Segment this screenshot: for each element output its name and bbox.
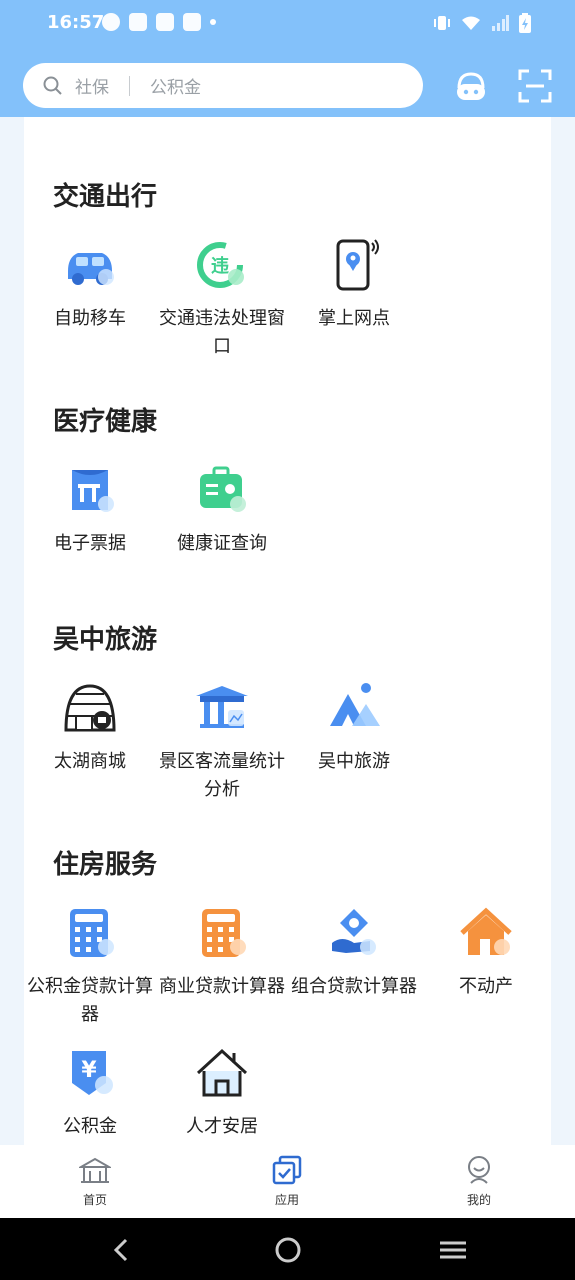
search-bar[interactable]: 社保 公积金 xyxy=(23,63,423,108)
service-label: 掌上网点 xyxy=(318,308,390,329)
nav-apps[interactable]: 应用 xyxy=(257,1155,317,1208)
traffic-violation-icon: 违 xyxy=(197,242,244,288)
header-bar: 16:57 社保 公积金 xyxy=(0,0,575,117)
receipt-icon xyxy=(72,470,114,512)
signal-icon xyxy=(492,15,509,31)
search-divider xyxy=(129,75,130,96)
mountain-icon xyxy=(330,683,380,726)
recents-icon[interactable] xyxy=(437,1234,469,1266)
services-card: 交通出行 自助移车 违 交通违法处理窗口 掌上网点 医疗健康 电子票据 健康证查… xyxy=(24,117,551,1145)
wifi-icon xyxy=(462,16,480,30)
chat-bot-icon xyxy=(457,72,485,100)
nav-mine-label: 我的 xyxy=(466,1193,491,1207)
scan-button[interactable] xyxy=(515,66,555,106)
section-title-transport: 交通出行 xyxy=(53,182,158,212)
status-bar: 16:57 xyxy=(0,0,575,48)
service-housing-fund[interactable]: ¥ 公积金 xyxy=(24,1045,156,1141)
section-title-healthcare: 医疗健康 xyxy=(53,407,158,437)
shop-igloo-icon xyxy=(64,684,116,732)
service-label: 公积金贷款计算器 xyxy=(27,976,153,1025)
search-icon xyxy=(43,76,62,95)
house-orange-icon xyxy=(460,907,512,955)
check-notification-icon xyxy=(102,13,120,31)
notification-icons xyxy=(102,13,216,31)
nav-home-label: 首页 xyxy=(82,1193,107,1207)
service-health-cert[interactable]: 健康证查询 xyxy=(156,462,288,558)
service-label: 太湖商城 xyxy=(54,751,126,772)
service-label: 公积金 xyxy=(63,1116,117,1137)
system-status-icons xyxy=(433,13,531,33)
service-label: 景区客流量统计分析 xyxy=(159,751,285,800)
service-self-move-car[interactable]: 自助移车 xyxy=(24,237,156,333)
search-suggestion-2[interactable]: 公积金 xyxy=(150,73,201,98)
nav-home[interactable]: 首页 xyxy=(65,1155,125,1208)
scan-icon xyxy=(518,69,552,103)
calculator-blue-icon xyxy=(70,909,114,957)
service-label: 吴中旅游 xyxy=(318,751,390,772)
service-label: 交通违法处理窗口 xyxy=(159,308,285,357)
svg-text:违: 违 xyxy=(211,255,229,277)
service-label: 商业贷款计算器 xyxy=(159,976,285,997)
yen-icon: ¥ xyxy=(72,1051,113,1095)
nav-apps-label: 应用 xyxy=(274,1193,299,1207)
car-icon xyxy=(68,253,114,285)
service-label: 组合贷款计算器 xyxy=(291,976,417,997)
more-notifications-icon xyxy=(210,19,216,25)
service-real-estate[interactable]: 不动产 xyxy=(420,905,552,1001)
mail-notification-icon xyxy=(129,13,147,31)
service-label: 电子票据 xyxy=(54,533,126,554)
bottom-navigation: 首页 应用 我的 xyxy=(0,1145,575,1218)
service-fund-loan-calculator[interactable]: 公积金贷款计算器 xyxy=(24,905,156,1029)
section-title-tourism: 吴中旅游 xyxy=(53,625,158,655)
app-notification-icon xyxy=(156,13,174,31)
service-commercial-loan-calculator[interactable]: 商业贷款计算器 xyxy=(156,905,288,1001)
back-icon[interactable] xyxy=(106,1234,138,1266)
service-scenic-flow-stats[interactable]: 景区客流量统计分析 xyxy=(156,680,288,804)
service-label: 人才安居 xyxy=(186,1116,258,1137)
combo-loan-icon xyxy=(332,909,376,955)
chat-notification-icon xyxy=(183,13,201,31)
svg-text:¥: ¥ xyxy=(81,1058,97,1083)
service-label: 自助移车 xyxy=(54,308,126,329)
service-mobile-outlet[interactable]: 掌上网点 xyxy=(288,237,420,333)
service-combo-loan-calculator[interactable]: 组合贷款计算器 xyxy=(288,905,420,1001)
service-e-receipt[interactable]: 电子票据 xyxy=(24,462,156,558)
service-label: 不动产 xyxy=(459,976,513,997)
service-talent-housing[interactable]: 人才安居 xyxy=(156,1045,288,1141)
customer-service-button[interactable] xyxy=(451,66,491,106)
status-time: 16:57 xyxy=(47,12,105,33)
section-title-housing: 住房服务 xyxy=(53,850,158,880)
apps-icon xyxy=(272,1155,302,1185)
search-suggestion-1[interactable]: 社保 xyxy=(75,73,109,98)
profile-icon xyxy=(468,1156,490,1184)
system-navigation-bar xyxy=(0,1218,575,1280)
home-icon xyxy=(77,1157,113,1183)
service-label: 健康证查询 xyxy=(177,533,267,554)
phone-location-icon xyxy=(336,239,379,291)
nav-mine[interactable]: 我的 xyxy=(449,1155,509,1208)
battery-icon xyxy=(519,13,531,33)
service-wuzhong-tourism[interactable]: 吴中旅游 xyxy=(288,680,420,776)
service-taihu-mall[interactable]: 太湖商城 xyxy=(24,680,156,776)
scenic-stats-icon xyxy=(196,686,248,728)
home-circle-icon[interactable] xyxy=(272,1234,304,1266)
vibrate-icon xyxy=(434,16,450,30)
house-outline-icon xyxy=(196,1048,248,1097)
health-card-icon xyxy=(200,466,246,512)
calculator-orange-icon xyxy=(202,909,246,957)
service-traffic-violation[interactable]: 违 交通违法处理窗口 xyxy=(156,237,288,361)
